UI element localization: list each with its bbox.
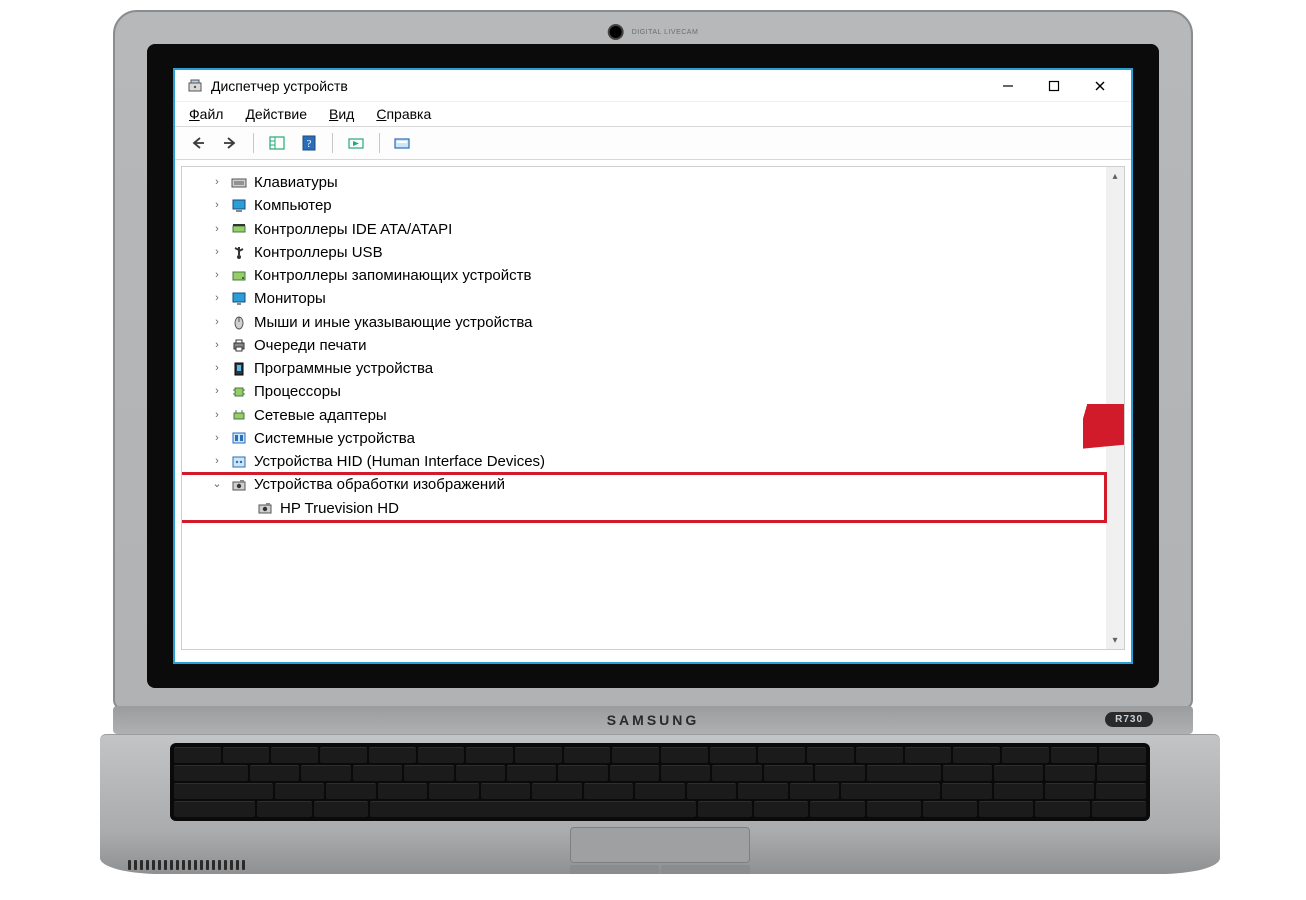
tree-item-monitor[interactable]: › Мониторы xyxy=(184,287,1122,310)
tree-item-keyboard[interactable]: › Клавиатуры xyxy=(184,171,1122,194)
chevron-right-icon[interactable]: › xyxy=(210,383,224,400)
menu-help[interactable]: СправкаСправка xyxy=(376,106,431,122)
nav-back-button[interactable] xyxy=(185,131,211,155)
chevron-right-icon[interactable]: › xyxy=(210,290,224,307)
computer-icon xyxy=(230,197,248,215)
window-title: Диспетчер устройств xyxy=(211,78,348,94)
keyboard xyxy=(170,743,1150,821)
close-button[interactable] xyxy=(1077,71,1123,101)
printer-icon xyxy=(230,336,248,354)
tree-item-ide[interactable]: › Контроллеры IDE ATA/ATAPI xyxy=(184,218,1122,241)
imaging-icon xyxy=(256,499,274,517)
tree-item-label: Системные устройства xyxy=(254,427,415,450)
model-badge: R730 xyxy=(1105,712,1153,727)
tree-item-computer[interactable]: › Компьютер xyxy=(184,194,1122,217)
tree-item-system[interactable]: › Системные устройства xyxy=(184,427,1122,450)
hid-icon xyxy=(230,453,248,471)
chevron-right-icon[interactable]: › xyxy=(210,221,224,238)
menu-view[interactable]: ВидВид xyxy=(329,106,354,122)
window-titlebar[interactable]: Диспетчер устройств xyxy=(175,70,1131,102)
tree-item-imaging[interactable]: ⌄ Устройства обработки изображений xyxy=(184,473,1122,496)
tree-item-label: HP Truevision HD xyxy=(280,497,399,520)
tree-item-label: Процессоры xyxy=(254,380,341,403)
tree-item-label: Контроллеры запоминающих устройств xyxy=(254,264,531,287)
storage-icon xyxy=(230,267,248,285)
brand-label: SAMSUNG xyxy=(607,712,700,728)
keyboard-icon xyxy=(230,174,248,192)
monitor-icon xyxy=(230,290,248,308)
touchpad xyxy=(570,827,750,863)
menu-file[interactable]: ФФайлайл xyxy=(189,106,223,122)
tree-item-label: Программные устройства xyxy=(254,357,433,380)
tree-item-cpu[interactable]: › Процессоры xyxy=(184,380,1122,403)
tree-item-software[interactable]: › Программные устройства xyxy=(184,357,1122,380)
software-icon xyxy=(230,360,248,378)
chevron-down-icon[interactable]: ⌄ xyxy=(210,476,224,493)
menubar: ФФайлайл ДействиеДействие ВидВид Справка… xyxy=(175,102,1131,127)
scroll-up-button[interactable]: ▴ xyxy=(1106,167,1124,185)
svg-text:?: ? xyxy=(307,138,312,150)
mouse-icon xyxy=(230,313,248,331)
ide-icon xyxy=(230,220,248,238)
maximize-button[interactable] xyxy=(1031,71,1077,101)
tree-item-label: Контроллеры IDE ATA/ATAPI xyxy=(254,218,452,241)
chevron-right-icon[interactable]: › xyxy=(210,407,224,424)
tree-item-label: Сетевые адаптеры xyxy=(254,404,387,427)
cpu-icon xyxy=(230,383,248,401)
tree-item-label: Клавиатуры xyxy=(254,171,338,194)
tree-item-label: Устройства HID (Human Interface Devices) xyxy=(254,450,545,473)
scroll-down-button[interactable]: ▾ xyxy=(1106,631,1124,649)
tree-item-storage[interactable]: › Контроллеры запоминающих устройств xyxy=(184,264,1122,287)
toolbar: ? xyxy=(175,127,1131,160)
tree-item-mouse[interactable]: › Мыши и иные указывающие устройства xyxy=(184,311,1122,334)
chevron-right-icon[interactable]: › xyxy=(210,360,224,377)
device-tree[interactable]: › Клавиатуры › Компьютер › Контроллеры IDE AT… xyxy=(182,167,1124,528)
vents-icon xyxy=(128,860,245,870)
webcam-lens-icon xyxy=(608,24,624,40)
chevron-right-icon[interactable]: › xyxy=(210,337,224,354)
tree-item-network[interactable]: › Сетевые адаптеры xyxy=(184,404,1122,427)
tree-item-usb[interactable]: › Контроллеры USB xyxy=(184,241,1122,264)
tree-item-hid[interactable]: › Устройства HID (Human Interface Devices… xyxy=(184,450,1122,473)
chevron-right-icon[interactable]: › xyxy=(210,430,224,447)
device-manager-icon xyxy=(187,78,203,94)
tree-child-item[interactable]: HP Truevision HD xyxy=(184,497,1122,520)
chevron-right-icon[interactable]: › xyxy=(210,453,224,470)
help-button[interactable]: ? xyxy=(296,131,322,155)
laptop-base xyxy=(100,734,1220,874)
tree-pane: › Клавиатуры › Компьютер › Контроллеры IDE AT… xyxy=(181,166,1125,650)
minimize-button[interactable] xyxy=(985,71,1031,101)
laptop-lid: DIGITAL LIVECAM Диспетчер устройств xyxy=(113,10,1193,710)
vertical-scrollbar[interactable]: ▴ ▾ xyxy=(1106,167,1124,649)
webcam-label: DIGITAL LIVECAM xyxy=(632,29,699,36)
laptop-frame: DIGITAL LIVECAM Диспетчер устройств xyxy=(100,10,1206,890)
tree-item-printer[interactable]: › Очереди печати xyxy=(184,334,1122,357)
screen: Диспетчер устройств ФФайлайл ДействиеДей… xyxy=(173,68,1133,664)
chevron-right-icon[interactable]: › xyxy=(210,267,224,284)
system-icon xyxy=(230,429,248,447)
webcam: DIGITAL LIVECAM xyxy=(608,24,699,40)
network-icon xyxy=(230,406,248,424)
screen-bezel: Диспетчер устройств ФФайлайл ДействиеДей… xyxy=(147,44,1159,688)
imaging-icon xyxy=(230,476,248,494)
tree-item-label: Контроллеры USB xyxy=(254,241,383,264)
tree-item-label: Мыши и иные указывающие устройства xyxy=(254,311,532,334)
hinge-bar: SAMSUNG R730 xyxy=(113,706,1193,734)
chevron-right-icon[interactable]: › xyxy=(210,174,224,191)
tree-item-label: Компьютер xyxy=(254,194,332,217)
touchpad-buttons xyxy=(570,865,750,874)
nav-forward-button[interactable] xyxy=(217,131,243,155)
chevron-right-icon[interactable]: › xyxy=(210,314,224,331)
tree-item-label: Очереди печати xyxy=(254,334,367,357)
show-hide-tree-button[interactable] xyxy=(264,131,290,155)
tree-item-label: Мониторы xyxy=(254,287,326,310)
chevron-right-icon[interactable]: › xyxy=(210,244,224,261)
scan-hardware-button[interactable] xyxy=(343,131,369,155)
chevron-right-icon[interactable]: › xyxy=(210,197,224,214)
menu-action[interactable]: ДействиеДействие xyxy=(245,106,307,122)
usb-icon xyxy=(230,243,248,261)
properties-button[interactable] xyxy=(390,131,416,155)
tree-item-label: Устройства обработки изображений xyxy=(254,473,505,496)
